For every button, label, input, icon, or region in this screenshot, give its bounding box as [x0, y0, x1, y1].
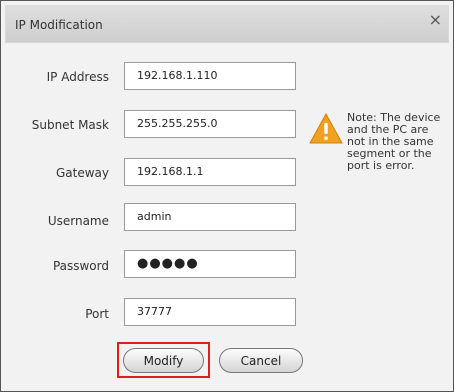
close-icon[interactable]: × [429, 10, 442, 29]
gateway-input[interactable]: 192.168.1.1 [124, 158, 296, 186]
password-input[interactable]: ●●●●● [124, 250, 296, 278]
ip-address-input[interactable]: 192.168.1.110 [124, 62, 296, 90]
dialog-title: IP Modification [15, 18, 103, 32]
cancel-button[interactable]: Cancel [219, 348, 303, 373]
port-input[interactable]: 37777 [124, 298, 296, 326]
username-input[interactable]: admin [124, 203, 296, 231]
port-label: Port [85, 307, 109, 321]
dialog-titlebar: IP Modification × [5, 5, 449, 43]
network-note: Note: The device and the PC are not in t… [347, 111, 441, 172]
ip-modification-dialog: IP Modification × IP Address 192.168.1.1… [0, 0, 454, 392]
modify-highlight [117, 342, 210, 378]
password-label: Password [52, 259, 109, 273]
subnet-mask-input[interactable]: 255.255.255.0 [124, 110, 296, 138]
ip-address-label: IP Address [46, 70, 109, 84]
gateway-label: Gateway [55, 166, 109, 180]
warning-icon [309, 113, 343, 144]
username-label: Username [47, 214, 109, 228]
subnet-mask-label: Subnet Mask [31, 118, 109, 132]
